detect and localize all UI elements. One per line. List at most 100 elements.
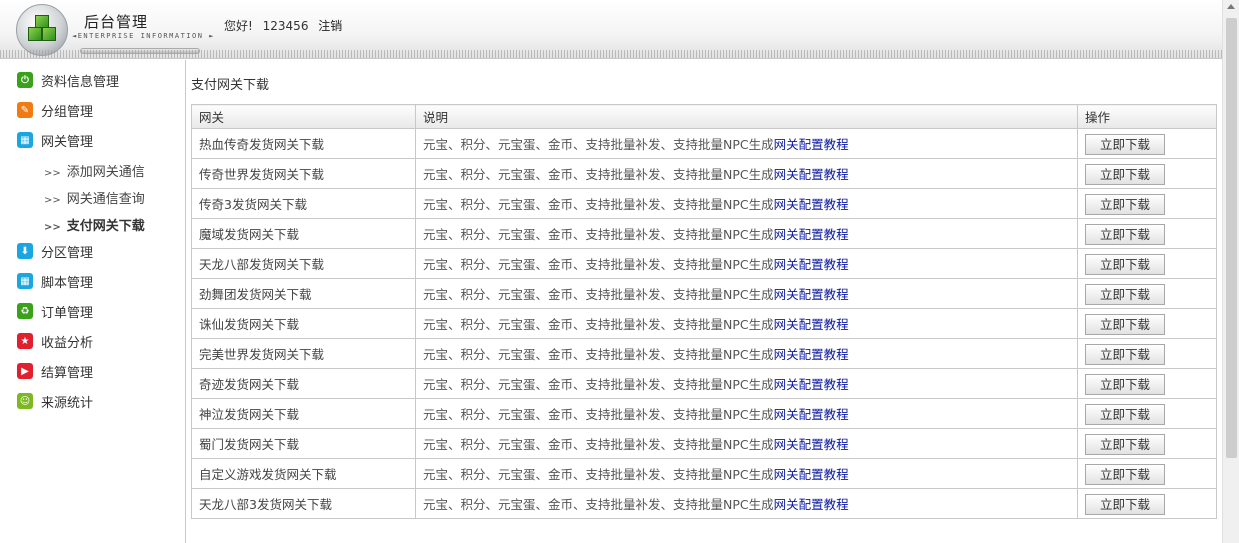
- download-button[interactable]: 立即下载: [1085, 164, 1165, 185]
- gateway-description: 元宝、积分、元宝蛋、金币、支持批量补发、支持批量NPC生成网关配置教程: [415, 308, 1078, 339]
- download-icon: ⬇: [17, 243, 33, 259]
- config-tutorial-link[interactable]: 网关配置教程: [774, 197, 849, 212]
- sidebar-item-2[interactable]: ✎ 分组管理: [17, 100, 93, 120]
- config-tutorial-link[interactable]: 网关配置教程: [774, 227, 849, 242]
- play-icon: ▶: [17, 363, 33, 379]
- grid-icon: ▦: [17, 273, 33, 289]
- gateway-description: 元宝、积分、元宝蛋、金币、支持批量补发、支持批量NPC生成网关配置教程: [415, 428, 1078, 459]
- config-tutorial-link[interactable]: 网关配置教程: [774, 347, 849, 362]
- sidebar-item-6[interactable]: ♻ 订单管理: [17, 301, 93, 321]
- description-text: 元宝、积分、元宝蛋、金币、支持批量补发、支持批量NPC生成: [423, 497, 774, 512]
- description-text: 元宝、积分、元宝蛋、金币、支持批量补发、支持批量NPC生成: [423, 317, 774, 332]
- gateway-name: 劲舞团发货网关下载: [191, 278, 416, 309]
- smile-icon: ☺: [17, 393, 33, 409]
- download-button[interactable]: 立即下载: [1085, 314, 1165, 335]
- sidebar-item-1[interactable]: ⏻ 资料信息管理: [17, 70, 119, 90]
- description-text: 元宝、积分、元宝蛋、金币、支持批量补发、支持批量NPC生成: [423, 257, 774, 272]
- download-button[interactable]: 立即下载: [1085, 374, 1165, 395]
- config-tutorial-link[interactable]: 网关配置教程: [774, 437, 849, 452]
- description-text: 元宝、积分、元宝蛋、金币、支持批量补发、支持批量NPC生成: [423, 227, 774, 242]
- table-row: 传奇世界发货网关下载 元宝、积分、元宝蛋、金币、支持批量补发、支持批量NPC生成网…: [191, 158, 1217, 189]
- gateway-description: 元宝、积分、元宝蛋、金币、支持批量补发、支持批量NPC生成网关配置教程: [415, 338, 1078, 369]
- sidebar-item-9[interactable]: ☺ 来源统计: [17, 391, 93, 411]
- description-text: 元宝、积分、元宝蛋、金币、支持批量补发、支持批量NPC生成: [423, 377, 774, 392]
- sidebar-subitem-2[interactable]: >> 网关通信查询: [44, 188, 145, 207]
- action-cell: 立即下载: [1077, 248, 1217, 279]
- sidebar-item-label: 订单管理: [41, 305, 94, 321]
- column-header-action: 操作: [1077, 104, 1217, 129]
- chevron-icon: >>: [44, 195, 61, 206]
- scroll-thumb[interactable]: [1226, 18, 1237, 458]
- config-tutorial-link[interactable]: 网关配置教程: [774, 377, 849, 392]
- config-tutorial-link[interactable]: 网关配置教程: [774, 287, 849, 302]
- config-tutorial-link[interactable]: 网关配置教程: [774, 407, 849, 422]
- download-button[interactable]: 立即下载: [1085, 254, 1165, 275]
- page-title: 支付网关下载: [191, 78, 270, 93]
- star-icon: ★: [17, 333, 33, 349]
- download-button[interactable]: 立即下载: [1085, 194, 1165, 215]
- description-text: 元宝、积分、元宝蛋、金币、支持批量补发、支持批量NPC生成: [423, 197, 774, 212]
- table-row: 劲舞团发货网关下载 元宝、积分、元宝蛋、金币、支持批量补发、支持批量NPC生成网关…: [191, 278, 1217, 309]
- sidebar-subitem-1[interactable]: >> 添加网关通信: [44, 161, 145, 180]
- download-button[interactable]: 立即下载: [1085, 404, 1165, 425]
- logout-link[interactable]: 注销: [318, 19, 342, 33]
- gateway-name: 自定义游戏发货网关下载: [191, 458, 416, 489]
- sidebar-item-4[interactable]: ⬇ 分区管理: [17, 241, 93, 261]
- sidebar-subitem-3[interactable]: >> 支付网关下载: [44, 215, 145, 234]
- sidebar-item-5[interactable]: ▦ 脚本管理: [17, 271, 93, 291]
- pencil-icon: ✎: [17, 102, 33, 118]
- gateway-name: 神泣发货网关下载: [191, 398, 416, 429]
- sidebar-item-label: 结算管理: [41, 365, 94, 381]
- action-cell: 立即下载: [1077, 338, 1217, 369]
- config-tutorial-link[interactable]: 网关配置教程: [774, 137, 849, 152]
- config-tutorial-link[interactable]: 网关配置教程: [774, 317, 849, 332]
- sidebar-item-8[interactable]: ▶ 结算管理: [17, 361, 93, 381]
- action-cell: 立即下载: [1077, 218, 1217, 249]
- download-button[interactable]: 立即下载: [1085, 494, 1165, 515]
- action-cell: 立即下载: [1077, 278, 1217, 309]
- chevron-icon: >>: [44, 168, 61, 179]
- table-row: 诛仙发货网关下载 元宝、积分、元宝蛋、金币、支持批量补发、支持批量NPC生成网关配…: [191, 308, 1217, 339]
- scroll-up-arrow-icon[interactable]: [1227, 4, 1235, 9]
- gateway-name: 热血传奇发货网关下载: [191, 128, 416, 159]
- config-tutorial-link[interactable]: 网关配置教程: [774, 467, 849, 482]
- sidebar: ⏻ 资料信息管理 ✎ 分组管理 ▦ 网关管理 ⬇ 分区管理 ▦ 脚本管理 ♻ 订单管理 ★ 收益分析 ▶ 结算…: [0, 60, 186, 543]
- table-header-row: 网关 说明 操作: [191, 104, 1217, 129]
- column-header-description: 说明: [415, 104, 1078, 129]
- config-tutorial-link[interactable]: 网关配置教程: [774, 167, 849, 182]
- action-cell: 立即下载: [1077, 128, 1217, 159]
- description-text: 元宝、积分、元宝蛋、金币、支持批量补发、支持批量NPC生成: [423, 467, 774, 482]
- gateway-description: 元宝、积分、元宝蛋、金币、支持批量补发、支持批量NPC生成网关配置教程: [415, 128, 1078, 159]
- config-tutorial-link[interactable]: 网关配置教程: [774, 497, 849, 512]
- gateway-description: 元宝、积分、元宝蛋、金币、支持批量补发、支持批量NPC生成网关配置教程: [415, 158, 1078, 189]
- vertical-scrollbar[interactable]: [1222, 0, 1239, 543]
- sidebar-subitem-label: 网关通信查询: [66, 192, 145, 207]
- table-row: 魔域发货网关下载 元宝、积分、元宝蛋、金币、支持批量补发、支持批量NPC生成网关配…: [191, 218, 1217, 249]
- description-text: 元宝、积分、元宝蛋、金币、支持批量补发、支持批量NPC生成: [423, 347, 774, 362]
- download-button[interactable]: 立即下载: [1085, 134, 1165, 155]
- sidebar-item-label: 脚本管理: [41, 275, 94, 291]
- sidebar-item-7[interactable]: ★ 收益分析: [17, 331, 93, 351]
- config-tutorial-link[interactable]: 网关配置教程: [774, 257, 849, 272]
- table-row: 完美世界发货网关下载 元宝、积分、元宝蛋、金币、支持批量补发、支持批量NPC生成网…: [191, 338, 1217, 369]
- download-button[interactable]: 立即下载: [1085, 344, 1165, 365]
- table-row: 自定义游戏发货网关下载 元宝、积分、元宝蛋、金币、支持批量补发、支持批量NPC生成…: [191, 458, 1217, 489]
- header-ruler: [0, 50, 1222, 58]
- logo-title: 后台管理: [84, 13, 149, 31]
- download-button[interactable]: 立即下载: [1085, 224, 1165, 245]
- download-button[interactable]: 立即下载: [1085, 284, 1165, 305]
- column-header-gateway: 网关: [191, 104, 416, 129]
- gateway-description: 元宝、积分、元宝蛋、金币、支持批量补发、支持批量NPC生成网关配置教程: [415, 488, 1078, 519]
- sidebar-item-label: 资料信息管理: [41, 74, 120, 90]
- sidebar-item-3[interactable]: ▦ 网关管理: [17, 130, 93, 150]
- action-cell: 立即下载: [1077, 398, 1217, 429]
- download-button[interactable]: 立即下载: [1085, 434, 1165, 455]
- action-cell: 立即下载: [1077, 368, 1217, 399]
- action-cell: 立即下载: [1077, 458, 1217, 489]
- grid-icon: ▦: [17, 132, 33, 148]
- gateway-description: 元宝、积分、元宝蛋、金币、支持批量补发、支持批量NPC生成网关配置教程: [415, 368, 1078, 399]
- sidebar-item-label: 分组管理: [41, 104, 94, 120]
- gateway-description: 元宝、积分、元宝蛋、金币、支持批量补发、支持批量NPC生成网关配置教程: [415, 278, 1078, 309]
- table-row: 传奇3发货网关下载 元宝、积分、元宝蛋、金币、支持批量补发、支持批量NPC生成网关…: [191, 188, 1217, 219]
- download-button[interactable]: 立即下载: [1085, 464, 1165, 485]
